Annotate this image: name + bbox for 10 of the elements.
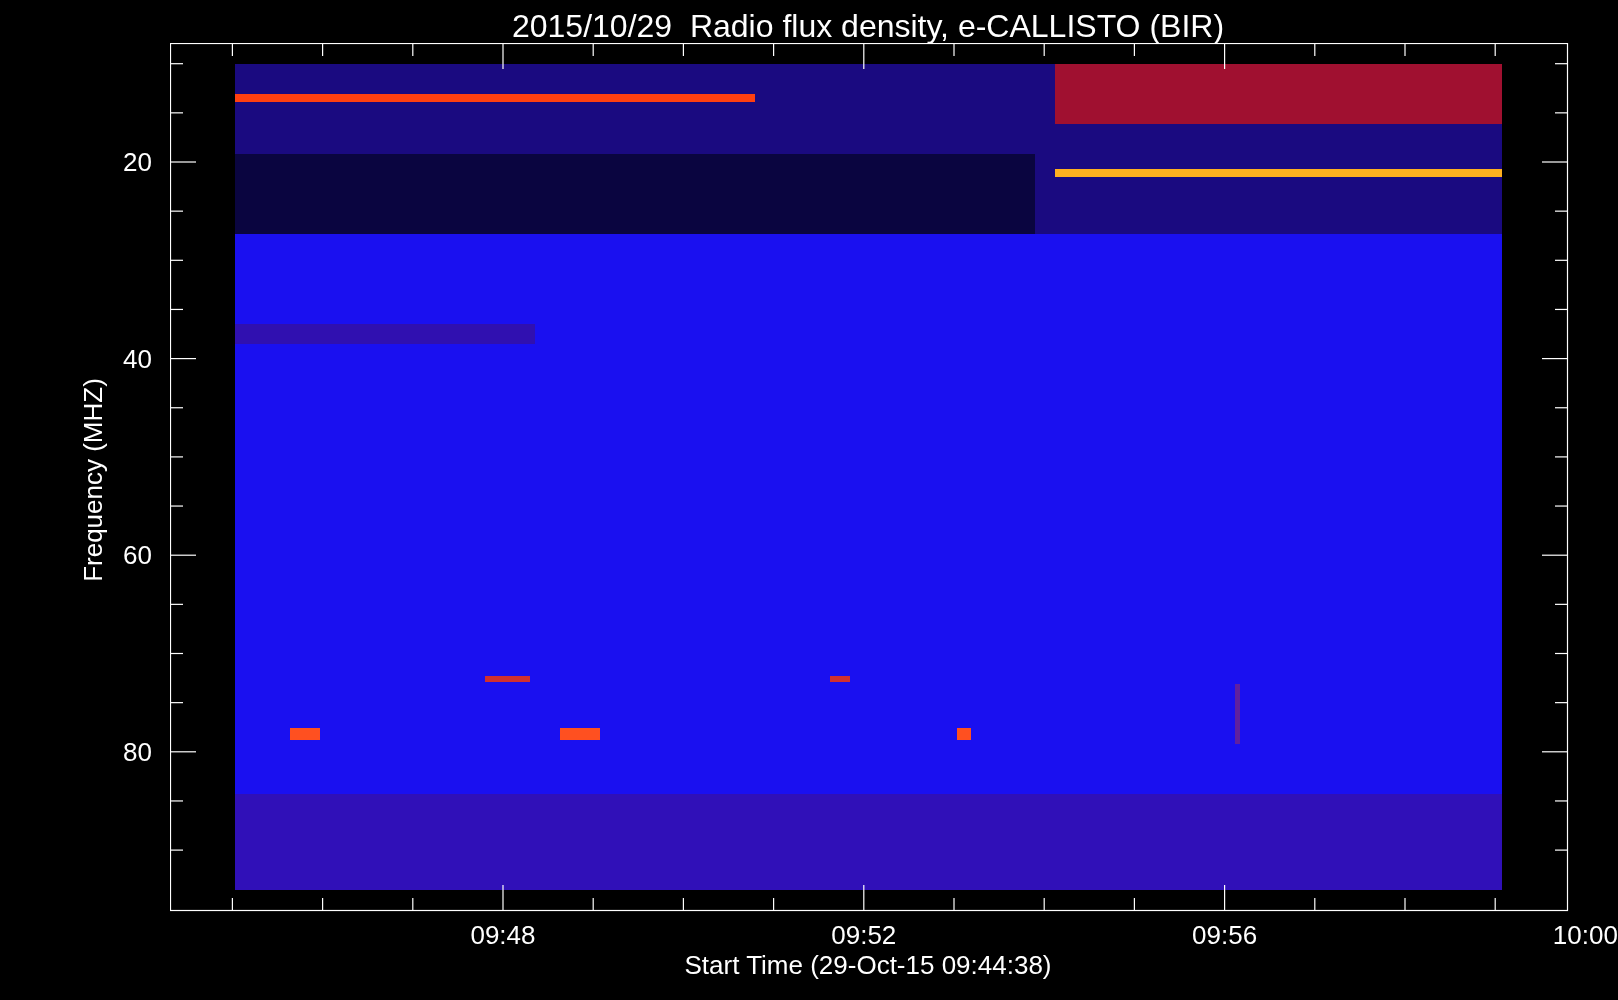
x-axis-title: Start Time (29-Oct-15 09:44:38): [683, 950, 1053, 980]
chart-title: 2015/10/29 Radio flux density, e-CALLISTO (BIR): [510, 7, 1226, 46]
x-tick-label: 10:00: [1551, 920, 1618, 950]
y-tick-label: 40: [122, 343, 152, 374]
x-tick-label: 09:48: [469, 920, 537, 950]
y-tick-label: 20: [122, 147, 152, 177]
y-tick-label: 80: [122, 736, 152, 767]
x-tick-label: 09:56: [1191, 920, 1259, 950]
y-axis-title: Frequency (MHZ): [78, 378, 108, 582]
x-tick-label: 09:52: [830, 920, 898, 950]
